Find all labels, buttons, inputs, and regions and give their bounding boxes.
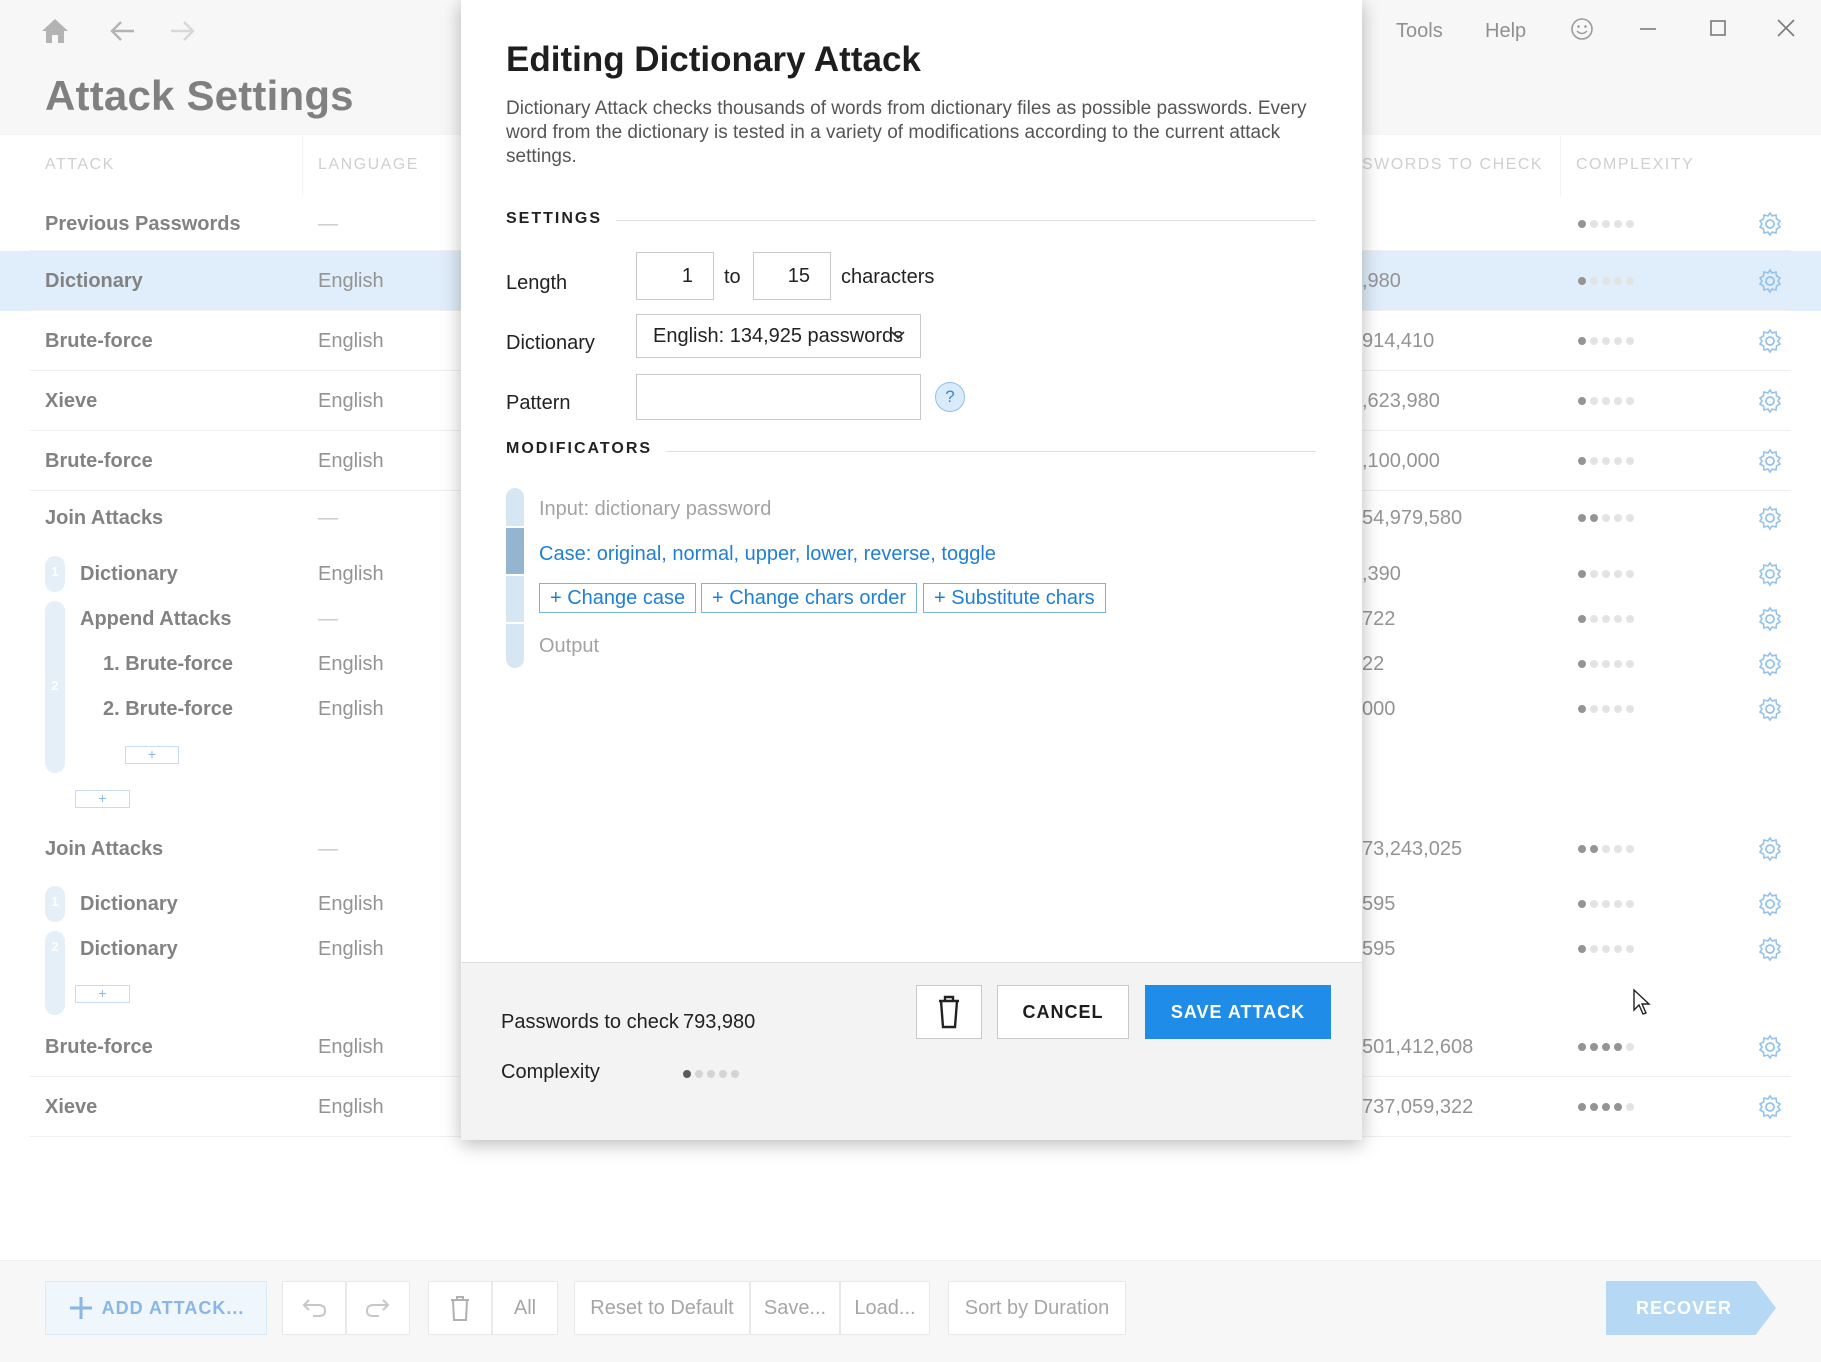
settings-header: SETTINGS: [506, 210, 603, 227]
pattern-help-button[interactable]: ?: [935, 382, 965, 412]
rail-segment: [506, 576, 524, 622]
dictionary-select-value: English: 134,925 passwords: [653, 325, 904, 347]
dialog-title: Editing Dictionary Attack: [506, 40, 921, 79]
complexity-dot: [719, 1070, 727, 1078]
add-change-case-button[interactable]: + Change case: [539, 583, 697, 613]
mouse-cursor-icon: [1633, 988, 1651, 1015]
length-to-label: to: [724, 266, 741, 288]
add-change-chars-order-button[interactable]: + Change chars order: [701, 583, 918, 613]
dictionary-select[interactable]: English: 134,925 passwords: [636, 314, 921, 358]
delete-attack-button[interactable]: [916, 985, 982, 1039]
length-label: Length: [506, 272, 568, 294]
modificator-case[interactable]: Case: original, normal, upper, lower, re…: [539, 543, 996, 566]
modificators-header: MODIFICATORS: [506, 440, 653, 457]
trash-icon: [939, 995, 959, 1029]
modificator-output: Output: [539, 635, 600, 657]
add-substitute-chars-button[interactable]: + Substitute chars: [923, 583, 1106, 613]
complexity-indicator: [683, 1070, 739, 1078]
length-min-input[interactable]: 1: [636, 252, 714, 300]
cancel-button[interactable]: CANCEL: [997, 985, 1129, 1039]
divider: [616, 220, 1316, 221]
pattern-input[interactable]: [636, 374, 921, 420]
length-max-input[interactable]: 15: [753, 252, 831, 300]
complexity-dot: [683, 1070, 691, 1078]
complexity-label: Complexity: [501, 1061, 600, 1083]
length-unit-label: characters: [841, 266, 935, 288]
rail-segment: [506, 488, 524, 526]
complexity-dot: [731, 1070, 739, 1078]
complexity-dot: [695, 1070, 703, 1078]
rail-segment-active: [506, 528, 524, 574]
edit-attack-dialog: Editing Dictionary Attack Dictionary Att…: [461, 0, 1362, 1140]
rail-segment: [506, 624, 524, 668]
save-attack-button[interactable]: SAVE ATTACK: [1145, 985, 1331, 1039]
dictionary-label: Dictionary: [506, 332, 595, 354]
dialog-footer: Passwords to check 793,980 Complexity CA…: [461, 962, 1362, 1140]
passwords-to-check-value: 793,980: [683, 1011, 756, 1033]
passwords-to-check-label: Passwords to check: [501, 1011, 679, 1033]
pattern-label: Pattern: [506, 392, 571, 414]
modificators-rail: [506, 488, 524, 668]
chevron-down-icon: [891, 331, 905, 340]
complexity-dot: [707, 1070, 715, 1078]
dialog-description: Dictionary Attack checks thousands of wo…: [506, 98, 1307, 167]
modificator-input: Input: dictionary password: [539, 498, 772, 520]
divider: [667, 451, 1316, 452]
